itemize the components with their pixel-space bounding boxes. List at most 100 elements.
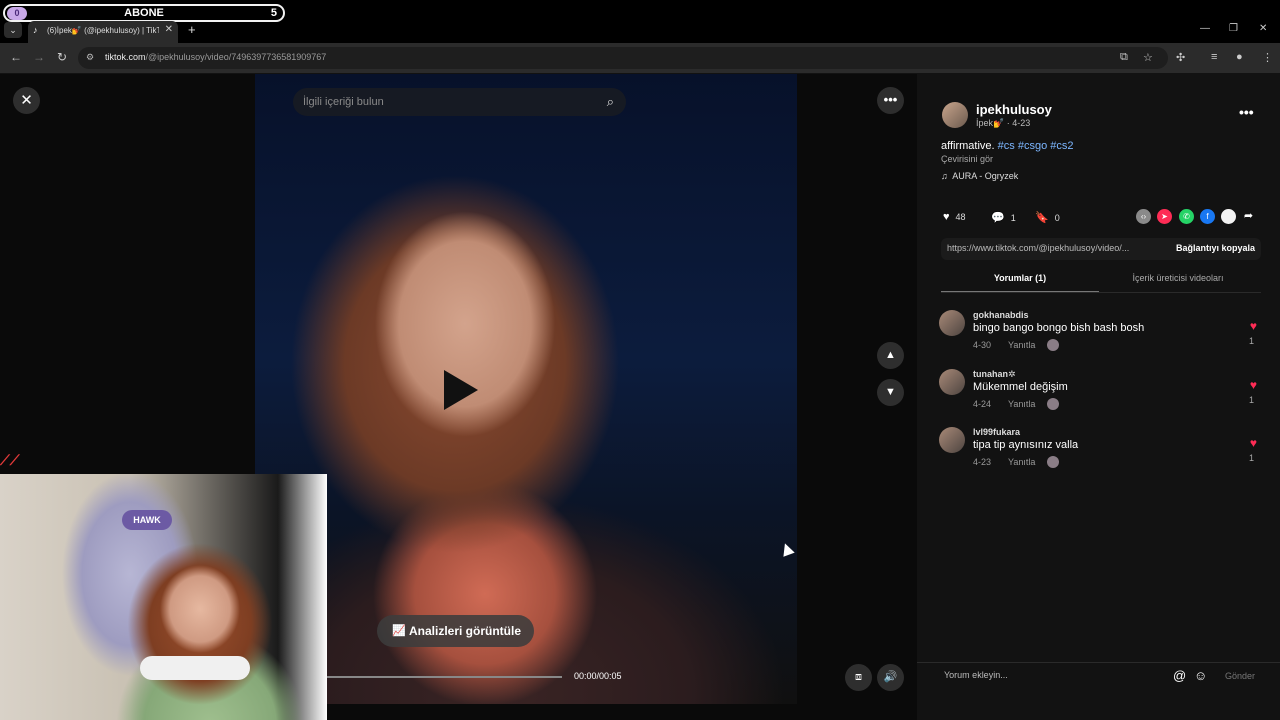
post-caption: affirmative. #cs #csgo #cs2 [941,140,1074,152]
previous-video-button[interactable]: ▲ [877,342,904,369]
chair-brand-logo: HAWK [122,510,172,530]
composer-divider [917,662,1280,663]
subscribe-label: ABONE [124,7,164,19]
like-count: 48 [955,212,966,222]
hashtag-link[interactable]: #cs [998,140,1015,152]
mention-icon[interactable]: @ [1173,668,1186,683]
picture-in-picture-icon[interactable]: ⧈ [845,664,872,691]
site-info-icon[interactable]: ⚙ [86,52,94,63]
comment-input[interactable]: Yorum ekleyin... [944,670,1008,680]
author-avatar[interactable] [942,102,968,128]
restore-icon[interactable]: ❐ [1229,23,1238,34]
author-meta: İpek💅 · 4-23 [976,118,1031,128]
like-button[interactable]: ♥ 48 [943,211,966,223]
extensions-icon[interactable]: ✣ [1176,51,1185,64]
hashtag-link[interactable]: #cs2 [1050,140,1073,152]
comment-date: 4-24 [973,399,992,409]
back-icon[interactable]: ← [10,50,22,64]
caption-text: affirmative. [941,140,995,152]
video-frame[interactable] [255,74,797,704]
whatsapp-share-icon[interactable]: ✆ [1179,209,1194,224]
comment-heart-icon[interactable]: ♥ [1250,378,1257,392]
tab-creator-videos[interactable]: İçerik üreticisi videoları [1099,273,1257,283]
bookmark-icon: 🔖 [1035,212,1049,224]
tab-comments[interactable]: Yorumlar (1) [941,273,1099,283]
comment-heart-icon[interactable]: ♥ [1250,436,1257,450]
send-comment-button[interactable]: Gönder [1225,671,1255,681]
video-time: 00:00/00:05 [574,671,622,681]
volume-icon[interactable]: 🔊 [877,664,904,691]
facebook-share-icon[interactable]: f [1200,209,1215,224]
send-share-icon[interactable]: ➤ [1157,209,1172,224]
tab-close-icon[interactable]: ✕ [165,24,173,35]
video-progress-bar[interactable] [327,676,562,678]
minimize-icon[interactable]: — [1200,23,1210,34]
commenter-avatar[interactable] [939,310,965,336]
comment-date: 4-23 [973,457,992,467]
commenter-username[interactable]: gokhanabdis [973,310,1029,320]
browser-toolbar: ← → ↻ ⚙ tiktok.com/@ipekhulusoy/video/74… [0,43,1280,73]
forward-icon[interactable]: → [33,50,45,64]
creator-liked-avatar [1047,398,1059,410]
author-display-name: İpek💅 [976,118,1005,128]
comment-item: lvl99fukara tipa tip aynısınız valla 4-2… [939,427,1269,479]
music-title: AURA - Ogryzek [952,171,1019,181]
video-details-panel: ipekhulusoy İpek💅 · 4-23 ••• affirmative… [917,74,1280,720]
see-translation-link[interactable]: Çevirisini gör [941,154,993,164]
commenter-avatar[interactable] [939,369,965,395]
copy-link-button[interactable]: Bağlantıyı kopyala [1176,243,1255,253]
view-analytics-button[interactable]: 📈 Analizleri görüntüle [377,615,534,647]
emoji-icon[interactable]: ☺ [1194,668,1207,683]
more-share-icon[interactable] [1221,209,1236,224]
music-link[interactable]: ♫ AURA - Ogryzek [941,171,1018,181]
post-more-icon[interactable]: ••• [1239,104,1254,120]
search-icon[interactable]: ⌕ [607,94,614,110]
commenter-username[interactable]: tunahan✲ [973,369,1016,380]
analytics-chart-icon: 📈 [392,625,406,637]
browser-tab-bar: 0 ABONE 5 ⌄ ♪ (6)İpek💅 (@ipekhulusoy) | … [0,0,1280,43]
video-more-button[interactable]: ••• [877,87,904,114]
tiktok-favicon-icon: ♪ [33,25,38,35]
search-placeholder: İlgili içeriği bulun [303,96,384,108]
author-username[interactable]: ipekhulusoy [976,102,1052,117]
comment-text: Mükemmel değişim [973,381,1068,393]
reply-button[interactable]: Yanıtla [1008,457,1035,467]
streamer-webcam: HAWK [0,474,327,720]
next-video-button[interactable]: ▼ [877,379,904,406]
install-app-icon[interactable]: ⧉ [1120,51,1128,64]
new-tab-icon[interactable]: + [188,22,196,37]
browser-menu-icon[interactable]: ⋮ [1262,51,1273,64]
play-icon[interactable] [444,370,478,410]
comment-text: bingo bango bongo bish bash bosh [973,322,1145,334]
share-arrow-icon[interactable]: ➦ [1241,209,1256,224]
screen: 0 ABONE 5 ⌄ ♪ (6)İpek💅 (@ipekhulusoy) | … [0,0,1280,720]
comment-text: tipa tip aynısınız valla [973,439,1079,451]
comment-button[interactable]: 💬 1 [991,211,1016,224]
stream-logo-icon: ⟋⟋ [0,452,20,468]
profile-avatar-icon[interactable]: ● [1236,51,1243,63]
creator-liked-avatar [1047,456,1059,468]
media-controls-icon[interactable]: ≡ [1211,51,1217,63]
bookmark-star-icon[interactable]: ☆ [1143,51,1153,64]
embed-share-icon[interactable]: ‹› [1136,209,1151,224]
post-date: 4-23 [1012,118,1031,128]
window-close-icon[interactable]: ✕ [1259,23,1267,34]
analytics-label: Analizleri görüntüle [409,624,522,638]
commenter-username[interactable]: lvl99fukara [973,427,1020,437]
related-search-input[interactable]: İlgili içeriği bulun ⌕ [293,88,626,116]
browser-tab[interactable]: ♪ (6)İpek💅 (@ipekhulusoy) | TikTok ✕ [28,21,178,43]
copy-link-box: https://www.tiktok.com/@ipekhulusoy/vide… [941,238,1261,260]
comment-heart-icon[interactable]: ♥ [1250,319,1257,333]
url-text: tiktok.com/@ipekhulusoy/video/7496397736… [105,52,326,62]
tab-divider [941,292,1261,293]
heart-icon: ♥ [943,211,950,223]
save-button[interactable]: 🔖 0 [1035,211,1060,224]
address-bar[interactable]: ⚙ tiktok.com/@ipekhulusoy/video/74963977… [78,47,1168,69]
reload-icon[interactable]: ↻ [57,50,67,64]
tab-search-icon[interactable]: ⌄ [4,22,22,38]
hashtag-link[interactable]: #csgo [1018,140,1047,152]
commenter-avatar[interactable] [939,427,965,453]
reply-button[interactable]: Yanıtla [1008,399,1035,409]
close-video-button[interactable]: ✕ [13,87,40,114]
reply-button[interactable]: Yanıtla [1008,340,1035,350]
